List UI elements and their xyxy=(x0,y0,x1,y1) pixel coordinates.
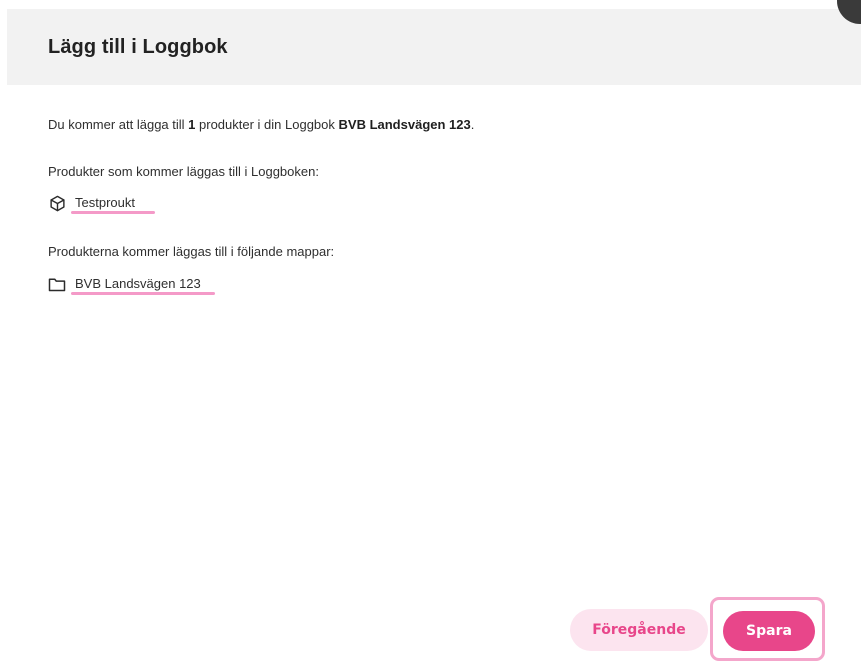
logbook-name: BVB Landsvägen 123 xyxy=(338,117,471,132)
cube-icon xyxy=(48,194,66,212)
intro-middle: produkter i din Loggbok xyxy=(195,117,339,132)
products-heading: Produkter som kommer läggas till i Loggb… xyxy=(48,164,319,179)
intro-suffix: . xyxy=(470,117,475,132)
dialog-header: Lägg till i Loggbok xyxy=(7,9,861,85)
product-item[interactable]: Testproukt xyxy=(48,192,155,214)
product-underline xyxy=(71,211,155,214)
product-name: Testproukt xyxy=(75,194,135,210)
previous-button[interactable]: Föregående xyxy=(570,609,708,651)
intro-text: Du kommer att lägga till 1 produkter i d… xyxy=(48,117,474,132)
save-button[interactable]: Spara xyxy=(723,611,815,651)
folders-heading: Produkterna kommer läggas till i följand… xyxy=(48,244,335,259)
add-to-logbook-dialog: Lägg till i Loggbok Du kommer att lägga … xyxy=(0,0,861,668)
dialog-title: Lägg till i Loggbok xyxy=(48,36,228,58)
folder-icon xyxy=(48,275,66,293)
intro-prefix: Du kommer att lägga till xyxy=(48,117,189,132)
folder-name: BVB Landsvägen 123 xyxy=(75,275,201,291)
folder-item[interactable]: BVB Landsvägen 123 xyxy=(48,273,215,295)
folder-underline xyxy=(71,292,215,295)
